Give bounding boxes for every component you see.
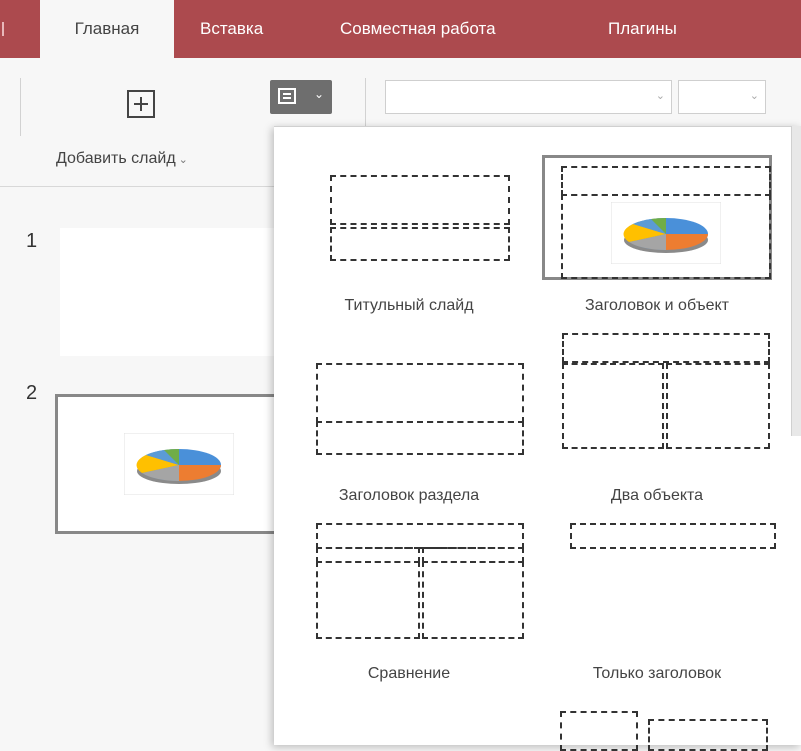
tab-collaboration[interactable]: Совместная работа bbox=[340, 0, 496, 58]
tab-plugins[interactable]: Плагины bbox=[608, 0, 677, 58]
add-slide-button[interactable]: Добавить слайд ⌄ bbox=[50, 86, 250, 172]
layout-preview bbox=[294, 155, 524, 280]
layout-two-content[interactable]: Два объекта bbox=[532, 327, 782, 517]
plus-icon bbox=[127, 90, 155, 118]
slide-number: 2 bbox=[26, 382, 38, 404]
layout-label: Заголовок раздела bbox=[338, 487, 480, 504]
chevron-down-icon: ⌄ bbox=[314, 87, 325, 101]
slide-thumbnail-2[interactable] bbox=[55, 394, 280, 534]
tab-insert[interactable]: Вставка bbox=[200, 0, 263, 58]
layout-dropdown-menu: Титульный слайд Заголовок и объект Загол… bbox=[274, 126, 801, 751]
layout-label: Два объекта bbox=[610, 487, 704, 504]
layout-label: Заголовок и объект bbox=[585, 297, 729, 314]
layout-preview bbox=[542, 333, 772, 470]
layout-label: Сравнение bbox=[367, 665, 451, 682]
layout-preview bbox=[542, 711, 772, 751]
slide-layout-button[interactable]: ⌄ bbox=[270, 80, 332, 114]
chevron-down-icon: ⌄ bbox=[655, 90, 665, 102]
layout-preview bbox=[542, 523, 776, 648]
slide-number: 1 bbox=[26, 230, 38, 252]
layout-title-only[interactable]: Только заголовок bbox=[532, 505, 782, 695]
add-slide-label: Добавить слайд ⌄ bbox=[56, 150, 188, 167]
font-name-select[interactable]: ⌄ bbox=[385, 80, 672, 114]
layout-partial[interactable] bbox=[532, 693, 782, 751]
toolbar-divider bbox=[20, 78, 21, 136]
layout-icon bbox=[278, 88, 296, 104]
scrollbar[interactable] bbox=[791, 126, 801, 436]
slide-thumbnail-1[interactable] bbox=[60, 228, 280, 356]
pie-chart-thumbnail bbox=[124, 433, 234, 495]
layout-preview bbox=[294, 345, 524, 470]
font-size-select[interactable]: ⌄ bbox=[678, 80, 766, 114]
layout-comparison[interactable]: Сравнение bbox=[284, 505, 534, 695]
layout-preview bbox=[294, 523, 524, 648]
tab-bar-edge bbox=[0, 0, 6, 58]
chevron-down-icon: ⌄ bbox=[749, 90, 759, 102]
pie-chart-thumbnail bbox=[611, 202, 721, 264]
layout-label: Только заголовок bbox=[592, 665, 722, 682]
layout-label: Титульный слайд bbox=[344, 297, 474, 314]
layout-title-and-content[interactable]: Заголовок и объект bbox=[532, 137, 782, 327]
tab-home[interactable]: Главная bbox=[40, 0, 174, 58]
layout-preview bbox=[542, 155, 772, 280]
layout-title-slide[interactable]: Титульный слайд bbox=[284, 137, 534, 327]
chevron-down-icon: ⌄ bbox=[178, 154, 188, 166]
layout-section-header[interactable]: Заголовок раздела bbox=[284, 327, 534, 517]
